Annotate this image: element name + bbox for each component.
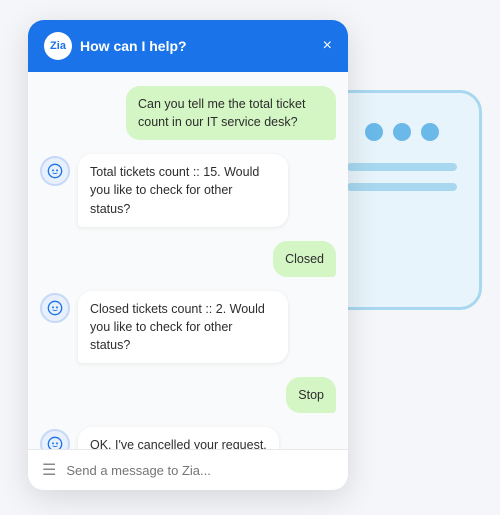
chat-header: Zia How can I help? × (28, 20, 348, 72)
bot-avatar (40, 156, 70, 186)
bg-dots (365, 123, 439, 141)
zia-bot-icon (47, 300, 63, 316)
bg-line-1 (347, 163, 457, 171)
bg-dot-1 (365, 123, 383, 141)
bg-line-2 (347, 183, 457, 191)
bot-avatar (40, 293, 70, 323)
chat-widget: Zia How can I help? × Can you tell me th… (28, 20, 348, 490)
zia-bot-icon (47, 163, 63, 179)
chat-messages: Can you tell me the total ticket count i… (28, 72, 348, 449)
user-bubble: Can you tell me the total ticket count i… (126, 86, 336, 140)
message-row: Closed (40, 241, 336, 277)
message-row: Closed tickets count :: 2. Would you lik… (40, 291, 336, 363)
message-row: OK, I've cancelled your request. (40, 427, 336, 449)
message-row: Stop (40, 377, 336, 413)
message-row: Can you tell me the total ticket count i… (40, 86, 336, 140)
menu-icon[interactable]: ☰ (42, 460, 56, 480)
chat-header-left: Zia How can I help? (44, 32, 187, 60)
bot-bubble: OK, I've cancelled your request. (78, 427, 279, 449)
chat-input-area: ☰ (28, 449, 348, 490)
user-bubble: Closed (273, 241, 336, 277)
user-bubble: Stop (286, 377, 336, 413)
bot-avatar (40, 429, 70, 449)
chat-input[interactable] (66, 463, 334, 478)
message-row: Total tickets count :: 15. Would you lik… (40, 154, 336, 226)
bot-bubble: Closed tickets count :: 2. Would you lik… (78, 291, 288, 363)
bot-bubble: Total tickets count :: 15. Would you lik… (78, 154, 288, 226)
close-button[interactable]: × (323, 38, 332, 54)
zia-bot-icon (47, 436, 63, 449)
zia-logo: Zia (44, 32, 72, 60)
bg-dot-2 (393, 123, 411, 141)
bg-dot-3 (421, 123, 439, 141)
scene: Zia How can I help? × Can you tell me th… (0, 0, 500, 515)
chat-title: How can I help? (80, 38, 187, 54)
